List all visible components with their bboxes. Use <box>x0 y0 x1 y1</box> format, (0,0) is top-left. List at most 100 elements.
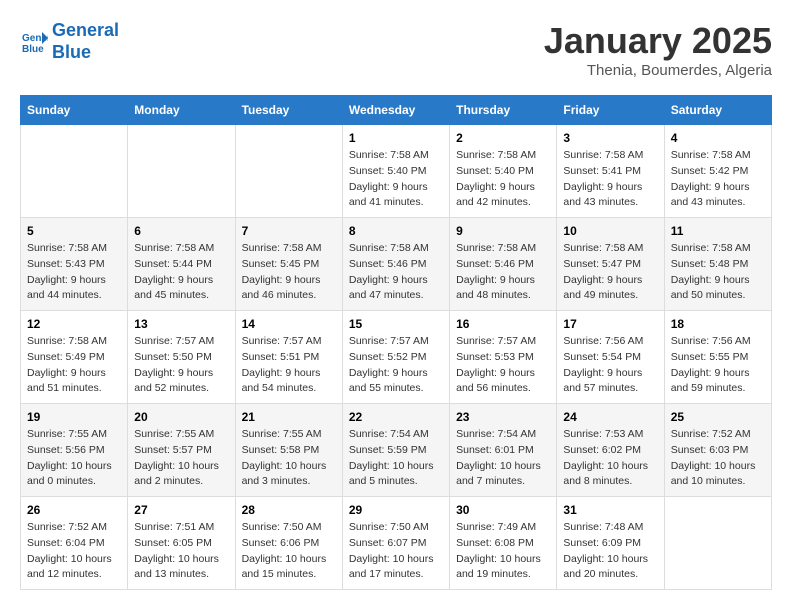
day-info: Sunrise: 7:51 AMSunset: 6:05 PMDaylight:… <box>134 520 228 583</box>
day-number: 8 <box>349 224 443 238</box>
day-number: 2 <box>456 131 550 145</box>
day-info: Sunrise: 7:58 AMSunset: 5:44 PMDaylight:… <box>134 241 228 304</box>
calendar-cell: 24 Sunrise: 7:53 AMSunset: 6:02 PMDayligh… <box>557 404 664 497</box>
calendar-cell: 14 Sunrise: 7:57 AMSunset: 5:51 PMDayligh… <box>235 311 342 404</box>
day-number: 1 <box>349 131 443 145</box>
day-number: 5 <box>27 224 121 238</box>
calendar-week-row: 19 Sunrise: 7:55 AMSunset: 5:56 PMDayligh… <box>21 404 772 497</box>
day-info: Sunrise: 7:50 AMSunset: 6:07 PMDaylight:… <box>349 520 443 583</box>
calendar-cell: 12 Sunrise: 7:58 AMSunset: 5:49 PMDayligh… <box>21 311 128 404</box>
calendar-cell: 10Sunrise: 7:58 AMSunset: 5:47 PMDayligh… <box>557 218 664 311</box>
calendar-cell: 16 Sunrise: 7:57 AMSunset: 5:53 PMDayligh… <box>450 311 557 404</box>
logo-text: GeneralBlue <box>52 20 119 63</box>
weekday-header-row: SundayMondayTuesdayWednesdayThursdayFrid… <box>21 96 772 125</box>
calendar-cell: 20 Sunrise: 7:55 AMSunset: 5:57 PMDayligh… <box>128 404 235 497</box>
day-number: 7 <box>242 224 336 238</box>
day-number: 28 <box>242 503 336 517</box>
calendar-cell: 19 Sunrise: 7:55 AMSunset: 5:56 PMDayligh… <box>21 404 128 497</box>
calendar-week-row: 26 Sunrise: 7:52 AMSunset: 6:04 PMDayligh… <box>21 497 772 590</box>
calendar-cell: 23 Sunrise: 7:54 AMSunset: 6:01 PMDayligh… <box>450 404 557 497</box>
weekday-header-thursday: Thursday <box>450 96 557 125</box>
day-number: 29 <box>349 503 443 517</box>
calendar-cell <box>664 497 771 590</box>
calendar-cell: 13 Sunrise: 7:57 AMSunset: 5:50 PMDayligh… <box>128 311 235 404</box>
day-number: 23 <box>456 410 550 424</box>
day-info: Sunrise: 7:55 AMSunset: 5:56 PMDaylight:… <box>27 427 121 490</box>
calendar-cell <box>128 125 235 218</box>
day-number: 11 <box>671 224 765 238</box>
day-info: Sunrise: 7:58 AMSunset: 5:46 PMDaylight:… <box>349 241 443 304</box>
weekday-header-sunday: Sunday <box>21 96 128 125</box>
day-number: 3 <box>563 131 657 145</box>
day-number: 20 <box>134 410 228 424</box>
day-number: 26 <box>27 503 121 517</box>
day-number: 19 <box>27 410 121 424</box>
day-info: Sunrise: 7:52 AMSunset: 6:04 PMDaylight:… <box>27 520 121 583</box>
day-info: Sunrise: 7:49 AMSunset: 6:08 PMDaylight:… <box>456 520 550 583</box>
day-info: Sunrise: 7:58 AMSunset: 5:40 PMDaylight:… <box>349 148 443 211</box>
day-info: Sunrise: 7:55 AMSunset: 5:58 PMDaylight:… <box>242 427 336 490</box>
calendar-cell: 17Sunrise: 7:56 AMSunset: 5:54 PMDayligh… <box>557 311 664 404</box>
day-info: Sunrise: 7:58 AMSunset: 5:40 PMDaylight:… <box>456 148 550 211</box>
day-number: 25 <box>671 410 765 424</box>
day-info: Sunrise: 7:54 AMSunset: 5:59 PMDaylight:… <box>349 427 443 490</box>
calendar-cell: 27 Sunrise: 7:51 AMSunset: 6:05 PMDayligh… <box>128 497 235 590</box>
day-number: 24 <box>563 410 657 424</box>
day-number: 9 <box>456 224 550 238</box>
calendar-cell <box>235 125 342 218</box>
calendar-cell: 15Sunrise: 7:57 AMSunset: 5:52 PMDayligh… <box>342 311 449 404</box>
location-subtitle: Thenia, Boumerdes, Algeria <box>544 62 772 79</box>
day-number: 12 <box>27 317 121 331</box>
day-info: Sunrise: 7:56 AMSunset: 5:54 PMDaylight:… <box>563 334 657 397</box>
day-number: 31 <box>563 503 657 517</box>
day-info: Sunrise: 7:58 AMSunset: 5:49 PMDaylight:… <box>27 334 121 397</box>
calendar-cell: 25 Sunrise: 7:52 AMSunset: 6:03 PMDayligh… <box>664 404 771 497</box>
month-title: January 2025 <box>544 20 772 62</box>
calendar-cell: 11Sunrise: 7:58 AMSunset: 5:48 PMDayligh… <box>664 218 771 311</box>
calendar-cell: 9 Sunrise: 7:58 AMSunset: 5:46 PMDaylight… <box>450 218 557 311</box>
day-number: 14 <box>242 317 336 331</box>
svg-text:Blue: Blue <box>22 44 44 55</box>
calendar-cell: 21 Sunrise: 7:55 AMSunset: 5:58 PMDayligh… <box>235 404 342 497</box>
weekday-header-wednesday: Wednesday <box>342 96 449 125</box>
calendar-week-row: 12 Sunrise: 7:58 AMSunset: 5:49 PMDayligh… <box>21 311 772 404</box>
calendar-week-row: 1 Sunrise: 7:58 AMSunset: 5:40 PMDaylight… <box>21 125 772 218</box>
day-info: Sunrise: 7:57 AMSunset: 5:53 PMDaylight:… <box>456 334 550 397</box>
day-info: Sunrise: 7:55 AMSunset: 5:57 PMDaylight:… <box>134 427 228 490</box>
day-info: Sunrise: 7:57 AMSunset: 5:51 PMDaylight:… <box>242 334 336 397</box>
day-info: Sunrise: 7:52 AMSunset: 6:03 PMDaylight:… <box>671 427 765 490</box>
day-number: 6 <box>134 224 228 238</box>
weekday-header-tuesday: Tuesday <box>235 96 342 125</box>
day-number: 15 <box>349 317 443 331</box>
day-info: Sunrise: 7:54 AMSunset: 6:01 PMDaylight:… <box>456 427 550 490</box>
calendar-cell: 30 Sunrise: 7:49 AMSunset: 6:08 PMDayligh… <box>450 497 557 590</box>
day-number: 27 <box>134 503 228 517</box>
day-number: 13 <box>134 317 228 331</box>
calendar-week-row: 5 Sunrise: 7:58 AMSunset: 5:43 PMDaylight… <box>21 218 772 311</box>
day-info: Sunrise: 7:48 AMSunset: 6:09 PMDaylight:… <box>563 520 657 583</box>
calendar-cell: 5 Sunrise: 7:58 AMSunset: 5:43 PMDaylight… <box>21 218 128 311</box>
calendar-table: SundayMondayTuesdayWednesdayThursdayFrid… <box>20 95 772 590</box>
calendar-cell: 22Sunrise: 7:54 AMSunset: 5:59 PMDayligh… <box>342 404 449 497</box>
weekday-header-friday: Friday <box>557 96 664 125</box>
day-info: Sunrise: 7:58 AMSunset: 5:41 PMDaylight:… <box>563 148 657 211</box>
day-number: 30 <box>456 503 550 517</box>
calendar-cell: 18Sunrise: 7:56 AMSunset: 5:55 PMDayligh… <box>664 311 771 404</box>
day-info: Sunrise: 7:58 AMSunset: 5:46 PMDaylight:… <box>456 241 550 304</box>
title-block: January 2025 Thenia, Boumerdes, Algeria <box>544 20 772 79</box>
day-info: Sunrise: 7:57 AMSunset: 5:50 PMDaylight:… <box>134 334 228 397</box>
weekday-header-saturday: Saturday <box>664 96 771 125</box>
weekday-header-monday: Monday <box>128 96 235 125</box>
logo: General Blue GeneralBlue <box>20 20 119 63</box>
day-number: 18 <box>671 317 765 331</box>
calendar-cell <box>21 125 128 218</box>
day-info: Sunrise: 7:58 AMSunset: 5:45 PMDaylight:… <box>242 241 336 304</box>
day-info: Sunrise: 7:58 AMSunset: 5:42 PMDaylight:… <box>671 148 765 211</box>
calendar-cell: 26 Sunrise: 7:52 AMSunset: 6:04 PMDayligh… <box>21 497 128 590</box>
calendar-cell: 2 Sunrise: 7:58 AMSunset: 5:40 PMDaylight… <box>450 125 557 218</box>
calendar-cell: 8 Sunrise: 7:58 AMSunset: 5:46 PMDaylight… <box>342 218 449 311</box>
day-number: 16 <box>456 317 550 331</box>
day-info: Sunrise: 7:53 AMSunset: 6:02 PMDaylight:… <box>563 427 657 490</box>
day-number: 21 <box>242 410 336 424</box>
day-info: Sunrise: 7:58 AMSunset: 5:43 PMDaylight:… <box>27 241 121 304</box>
